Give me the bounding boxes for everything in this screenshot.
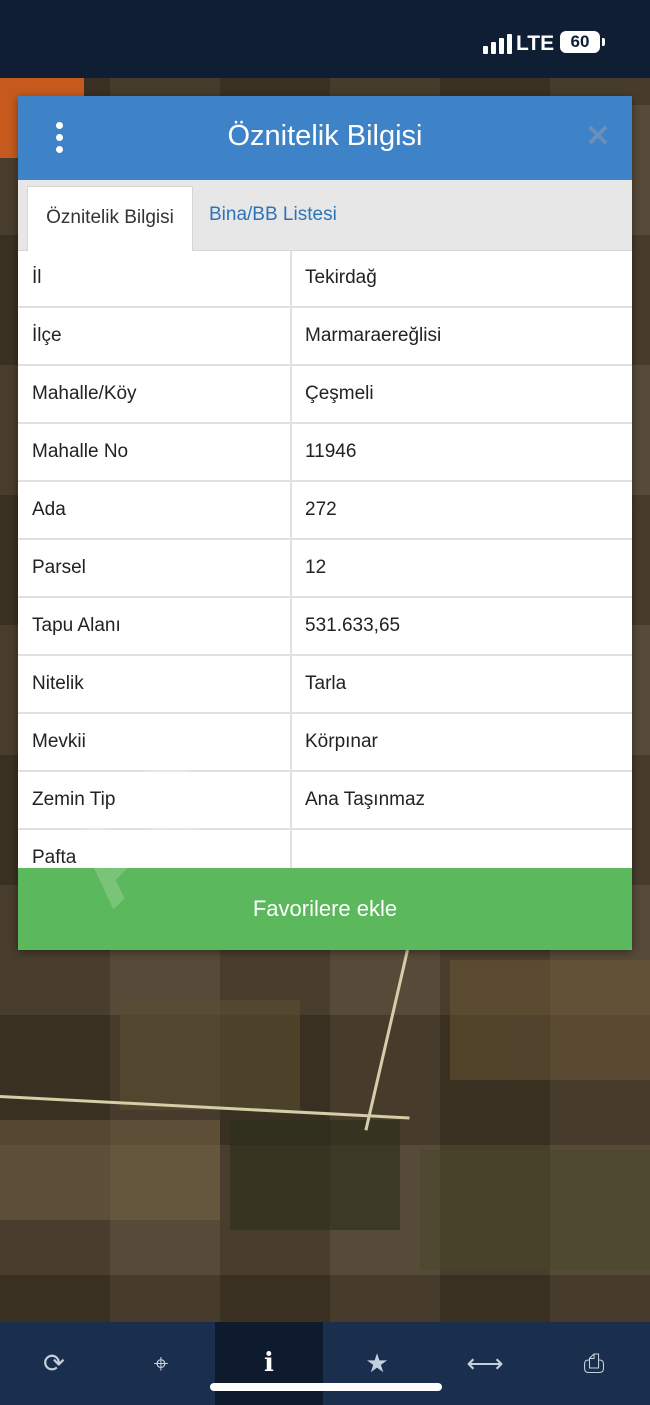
row-value: Ana Taşınmaz: [305, 789, 426, 810]
dialog-title: Öznitelik Bilgisi: [227, 120, 423, 152]
bottom-toolbar: ⟳ ⌖ i ★ ⟷ ⎙: [0, 1322, 650, 1405]
row-value: Marmaraereğlisi: [305, 325, 442, 346]
map-field: [120, 1000, 300, 1110]
row-key: Ada: [32, 499, 66, 520]
table-row: Mahalle No 11946: [18, 424, 632, 482]
row-value: Tekirdağ: [305, 267, 377, 288]
print-icon[interactable]: ⎙: [540, 1322, 648, 1405]
row-key: Tapu Alanı: [32, 615, 121, 636]
home-indicator[interactable]: [210, 1383, 442, 1391]
status-bar: LTE 60: [0, 0, 650, 78]
row-key: Mahalle/Köy: [32, 383, 137, 404]
table-row: Mevkii Körpınar: [18, 714, 632, 772]
table-row: Nitelik Tarla: [18, 656, 632, 714]
row-value: Körpınar: [305, 731, 378, 752]
refresh-icon[interactable]: ⟳: [0, 1322, 108, 1405]
row-value: 272: [305, 499, 337, 520]
info-icon[interactable]: i: [215, 1322, 323, 1405]
locate-icon[interactable]: ⌖: [107, 1322, 215, 1405]
table-row: İlçe Marmaraereğlisi: [18, 308, 632, 366]
close-icon[interactable]: ✕: [585, 122, 611, 152]
map-field: [230, 1120, 400, 1230]
battery-icon: 60: [560, 31, 605, 53]
dialog-header: Öznitelik Bilgisi ✕: [18, 96, 632, 180]
row-value: Tarla: [305, 673, 347, 694]
map-field: [0, 1120, 220, 1220]
tab-building-list[interactable]: Bina/BB Listesi: [209, 204, 337, 226]
map-field: [450, 960, 650, 1080]
row-value: Çeşmeli: [305, 383, 374, 404]
star-icon[interactable]: ★: [323, 1322, 431, 1405]
table-row: Ada 272: [18, 482, 632, 540]
dialog-tabs: Öznitelik Bilgisi Bina/BB Listesi: [18, 180, 632, 251]
row-value: 531.633,65: [305, 615, 401, 636]
network-type: LTE: [516, 32, 555, 55]
parcel-boundary: [364, 949, 409, 1131]
map-field: [420, 1150, 650, 1270]
measure-icon[interactable]: ⟷: [431, 1322, 539, 1405]
row-key: Mahalle No: [32, 441, 129, 462]
row-value: 11946: [305, 441, 357, 462]
table-row: İl Tekirdağ: [18, 250, 632, 308]
table-row: Parsel 12: [18, 540, 632, 598]
row-key: Mevkii: [32, 731, 86, 752]
row-key: İlçe: [32, 325, 62, 346]
row-value: 12: [305, 557, 327, 578]
row-key: Nitelik: [32, 673, 84, 694]
tab-attribute-info[interactable]: Öznitelik Bilgisi: [27, 186, 193, 251]
row-key: Parsel: [32, 557, 86, 578]
table-row: Mahalle/Köy Çeşmeli: [18, 366, 632, 424]
table-row: Tapu Alanı 531.633,65: [18, 598, 632, 656]
signal-icon: [483, 34, 512, 54]
row-key: İl: [32, 267, 42, 288]
